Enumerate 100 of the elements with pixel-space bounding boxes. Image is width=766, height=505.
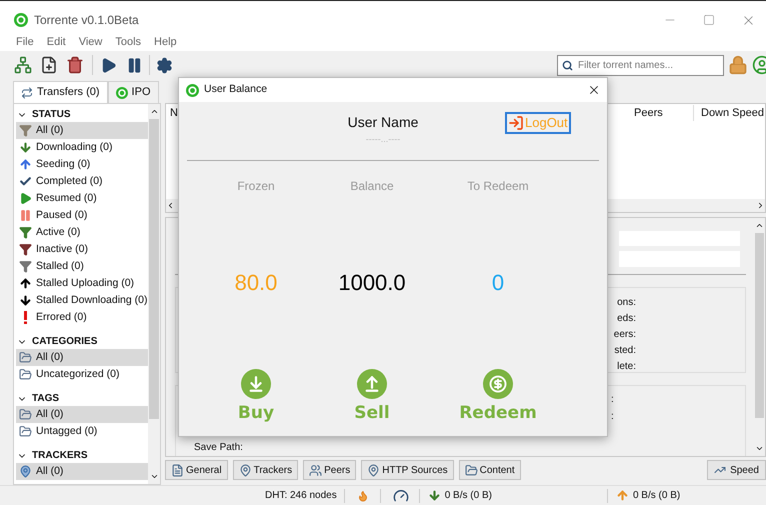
section-heading: TRACKERS [32, 449, 88, 463]
folder-icon [19, 425, 32, 438]
lock-icon[interactable] [728, 55, 748, 75]
tab[interactable]: Transfers (0) [13, 81, 108, 103]
scrollbar[interactable] [148, 104, 160, 484]
scroll-down-icon[interactable] [150, 472, 158, 481]
sidebar-item[interactable]: Inactive (0) [16, 241, 148, 258]
flame-icon[interactable] [356, 490, 369, 502]
field-label: Save Path: [194, 442, 243, 454]
add-link-icon[interactable] [14, 56, 32, 74]
close-icon[interactable] [587, 83, 601, 97]
sidebar-item[interactable]: Downloading (0) [16, 139, 148, 156]
column-header[interactable]: Peers [634, 104, 694, 122]
document-icon [171, 464, 184, 476]
check-icon [19, 175, 32, 188]
app-logo-icon [14, 13, 28, 27]
tab-button[interactable]: Peers [303, 460, 356, 480]
stat-label: To Redeem [467, 178, 529, 195]
app-logo-icon [186, 84, 199, 96]
transfers-icon [21, 86, 33, 98]
user-id: -----...---- [366, 133, 400, 145]
folder-icon [464, 464, 478, 476]
sidebar-item[interactable]: Resumed (0) [16, 190, 148, 207]
scroll-right-icon[interactable] [756, 201, 765, 210]
stat-value: 0 [492, 269, 504, 297]
dollar-coin-icon [483, 369, 513, 399]
dht-status: DHT: 246 nodes [265, 489, 337, 503]
speed-button[interactable]: Speed [707, 460, 766, 480]
scroll-left-icon[interactable] [166, 201, 175, 210]
menu-item[interactable]: Edit [46, 34, 66, 50]
field-label: eers: [614, 329, 636, 340]
user-name: User Name [348, 113, 418, 132]
search-icon [562, 60, 573, 70]
scroll-down-icon[interactable] [755, 444, 764, 453]
field-label: : [611, 411, 614, 422]
users-icon [309, 464, 322, 476]
sidebar-item[interactable]: Stalled (0) [16, 258, 148, 275]
menu-item[interactable]: File [16, 34, 34, 50]
stat-value: 80.0 [234, 269, 278, 297]
pause-icon [19, 209, 32, 222]
trash-icon[interactable] [66, 56, 84, 74]
tab-button[interactable]: Trackers [232, 460, 298, 480]
field-label: eds: [617, 313, 636, 324]
download-icon [241, 369, 271, 399]
tab-button[interactable]: General [165, 460, 228, 480]
menu-item[interactable]: View [78, 34, 102, 50]
settings-icon[interactable] [156, 56, 173, 74]
sidebar-item[interactable]: Stalled Downloading (0) [16, 292, 148, 309]
column-header[interactable]: Down Speed [694, 104, 764, 122]
sidebar-item[interactable]: Paused (0) [16, 207, 148, 224]
menu-item[interactable]: Tools [115, 34, 142, 50]
tab-button[interactable]: HTTP Sources [361, 460, 454, 480]
filter-icon [19, 226, 32, 239]
sidebar-item[interactable]: Completed (0) [16, 173, 148, 190]
download-speed: 0 B/s (0 B) [444, 489, 492, 503]
sidebar-item[interactable]: Seeding (0) [16, 156, 148, 173]
sidebar-item[interactable]: Untagged (0) [16, 423, 148, 440]
scroll-up-icon[interactable] [755, 221, 764, 230]
filter-icon [19, 260, 32, 273]
user-icon[interactable] [752, 55, 766, 75]
stat-label: Balance [350, 178, 394, 195]
sidebar-item[interactable]: All (0) [16, 463, 148, 480]
app-logo-icon [116, 86, 128, 98]
scroll-up-icon[interactable] [150, 107, 158, 116]
sidebar-item[interactable]: All (0) [16, 122, 148, 139]
download-icon [428, 489, 441, 502]
pin-icon [238, 464, 252, 476]
play-icon[interactable] [100, 56, 117, 74]
field-label: lete: [617, 361, 636, 372]
add-file-icon[interactable] [40, 56, 58, 74]
sidebar-item[interactable]: Stalled Uploading (0) [16, 275, 148, 292]
pause-icon[interactable] [126, 56, 143, 74]
section-heading: TAGS [32, 392, 60, 406]
sidebar-item[interactable]: Uncategorized (0) [16, 366, 148, 383]
sidebar-item[interactable]: Errored (0) [16, 309, 148, 326]
filter-icon [19, 243, 32, 256]
filter-icon [19, 124, 32, 137]
field-label: : [611, 394, 614, 406]
field-label: ons: [617, 297, 636, 308]
folder-icon [19, 351, 32, 364]
tab[interactable]: IPO [108, 81, 158, 103]
menu-item[interactable]: Help [154, 34, 177, 50]
down-arrow-icon [19, 294, 32, 307]
section-heading: CATEGORIES [32, 335, 98, 349]
chart-icon [714, 464, 726, 476]
up-arrow-icon [19, 277, 32, 290]
search-field[interactable]: Filter torrent names... [557, 54, 724, 76]
sidebar-item[interactable]: Active (0) [16, 224, 148, 241]
upload-icon [357, 369, 387, 399]
sidebar-item[interactable]: All (0) [16, 406, 148, 423]
window-title: Torrente v0.1.0Beta [34, 12, 139, 29]
folder-icon [19, 368, 32, 381]
play-icon [19, 192, 32, 205]
pin-icon [19, 465, 32, 478]
folder-icon [19, 408, 32, 421]
sidebar-item[interactable]: All (0) [16, 349, 148, 366]
up-arrow-icon [19, 158, 32, 171]
gauge-icon[interactable] [392, 488, 409, 504]
enter-arrow-icon [508, 115, 524, 131]
tab-button[interactable]: Content [458, 460, 521, 480]
